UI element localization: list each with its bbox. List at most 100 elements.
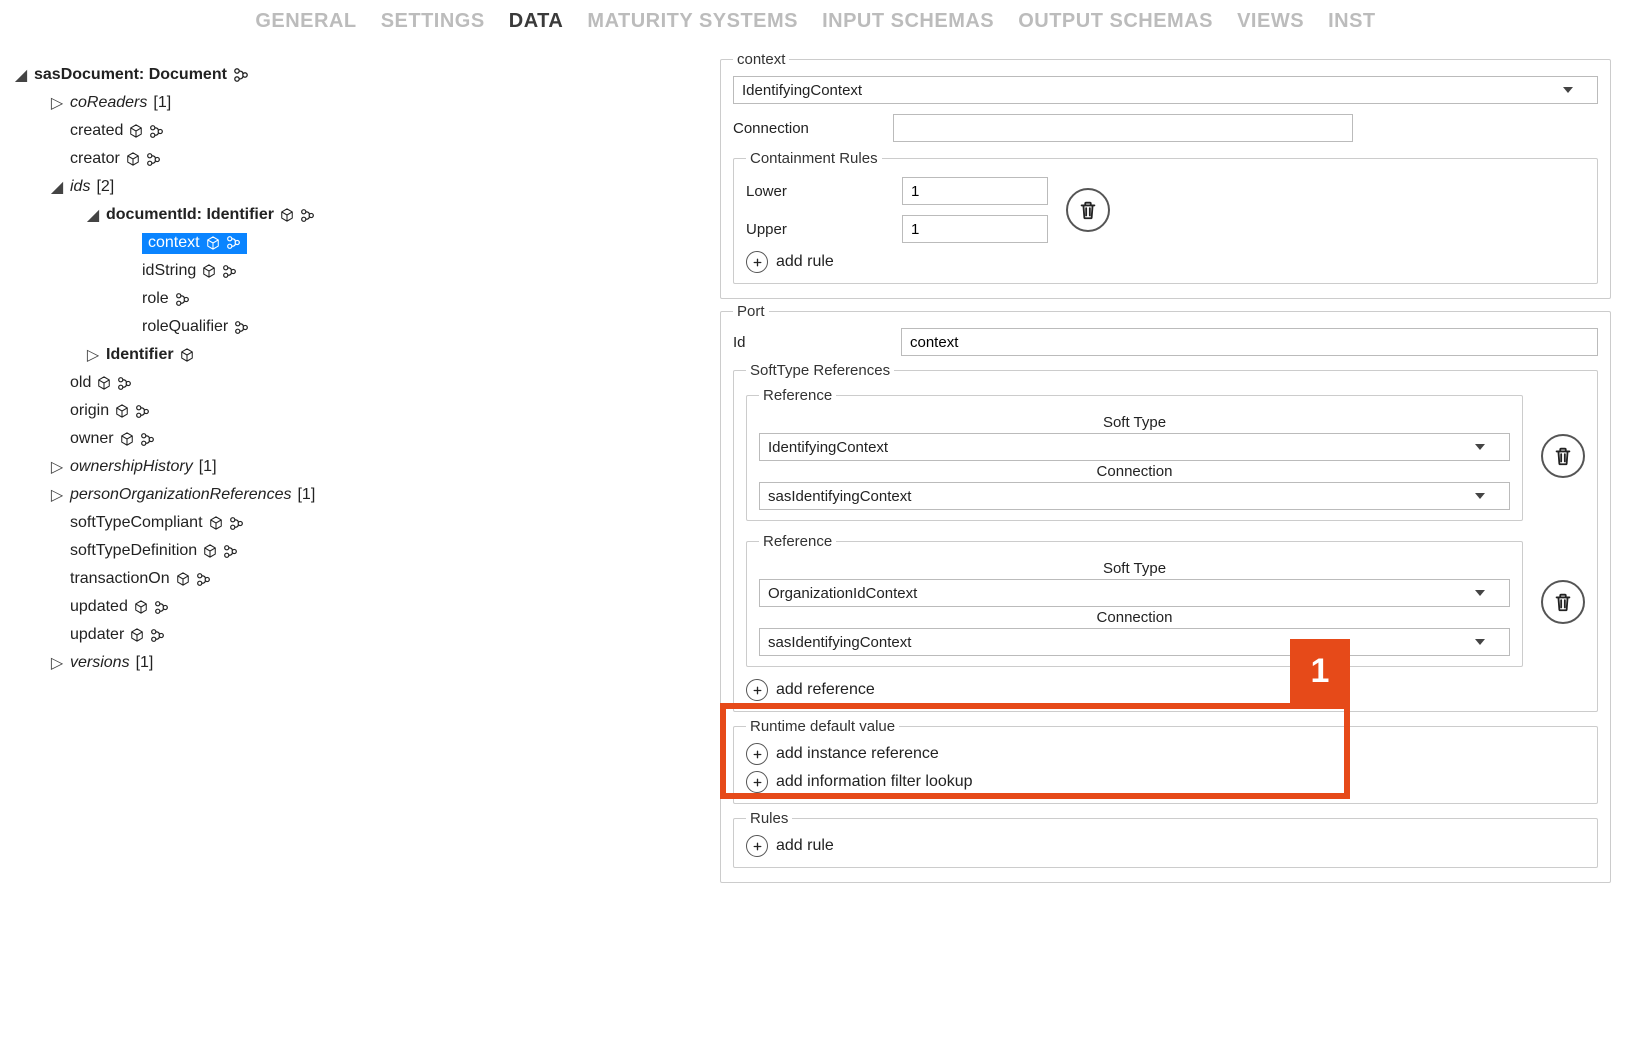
tree-node-owner[interactable]: ▷ owner [14,425,710,453]
branch-icon [175,292,190,307]
tab-settings[interactable]: SETTINGS [381,10,485,33]
tree-node-softtypedefinition[interactable]: ▷ softTypeDefinition [14,537,710,565]
add-reference-button[interactable]: add reference [746,679,1585,701]
cube-icon [115,404,129,418]
add-info-filter-button[interactable]: add information filter lookup [746,771,1585,793]
ref1-connection-value: sasIdentifyingContext [768,488,911,505]
cube-icon [126,152,140,166]
tree-label: updater [70,626,124,644]
containment-legend: Containment Rules [746,150,882,167]
chevron-down-icon [1563,87,1573,93]
tree-label: softTypeDefinition [70,542,197,560]
ref1-softtype-select[interactable]: IdentifyingContext [759,433,1510,461]
tree-count: [1] [199,458,217,476]
collapse-icon[interactable]: ▷ [86,345,100,365]
ref1-connection-select[interactable]: sasIdentifyingContext [759,482,1510,510]
context-select-value: IdentifyingContext [742,82,862,99]
plus-icon [746,743,768,765]
tree-node-creator[interactable]: ▷ creator [14,145,710,173]
tree-label: role [142,290,169,308]
reference-legend: Reference [759,387,836,404]
runtime-legend: Runtime default value [746,718,899,735]
tab-input-schemas[interactable]: INPUT SCHEMAS [822,10,994,33]
rules-legend: Rules [746,810,792,827]
plus-icon [746,679,768,701]
collapse-icon[interactable]: ▷ [50,653,64,673]
chevron-down-icon [1475,639,1485,645]
tree-node-identifier[interactable]: ▷ Identifier [14,341,710,369]
tree-node-root[interactable]: ◢ sasDocument: Document [14,61,710,89]
plus-icon [746,835,768,857]
tree-node-versions[interactable]: ▷ versions [1] [14,649,710,677]
chevron-down-icon [1475,493,1485,499]
tree-label: updated [70,598,128,616]
add-rule-button-2[interactable]: add rule [746,835,1585,857]
add-instance-reference-button[interactable]: add instance reference [746,743,1585,765]
port-id-input[interactable] [901,328,1598,356]
expand-icon[interactable]: ◢ [86,205,100,225]
delete-reference-button[interactable] [1541,434,1585,478]
cube-icon [280,208,294,222]
delete-containment-button[interactable] [1066,188,1110,232]
tree-node-transactionon[interactable]: ▷ transactionOn [14,565,710,593]
tree-label: versions [70,654,130,672]
context-group: context IdentifyingContext Connection Co… [720,51,1611,299]
plus-icon [746,251,768,273]
tree-node-context[interactable]: ▷ context [14,229,710,257]
connection-label: Connection [733,120,893,137]
tree-label: coReaders [70,94,147,112]
delete-reference-button[interactable] [1541,580,1585,624]
tabs-bar: GENERAL SETTINGS DATA MATURITY SYSTEMS I… [0,0,1631,41]
tab-output-schemas[interactable]: OUTPUT SCHEMAS [1018,10,1213,33]
connection-label: Connection [759,609,1510,626]
context-select[interactable]: IdentifyingContext [733,76,1598,104]
expand-icon[interactable]: ◢ [14,65,28,85]
branch-icon [226,235,241,250]
port-group: Port Id SoftType References Reference So… [720,303,1611,883]
lower-input[interactable] [902,177,1048,205]
tree-node-updated[interactable]: ▷ updated [14,593,710,621]
add-reference-label: add reference [776,681,875,699]
tab-general[interactable]: GENERAL [255,10,356,33]
connection-input[interactable] [893,114,1353,142]
branch-icon [135,404,150,419]
tree-node-origin[interactable]: ▷ origin [14,397,710,425]
tab-maturity-systems[interactable]: MATURITY SYSTEMS [587,10,798,33]
ref2-connection-select[interactable]: sasIdentifyingContext [759,628,1510,656]
cube-icon [97,376,111,390]
collapse-icon[interactable]: ▷ [50,485,64,505]
collapse-icon[interactable]: ▷ [50,93,64,113]
expand-icon[interactable]: ◢ [50,177,64,197]
branch-icon [229,516,244,531]
tree-node-idstring[interactable]: ▷ idString [14,257,710,285]
tree-node-softtypecompliant[interactable]: ▷ softTypeCompliant [14,509,710,537]
tree-node-rolequalifier[interactable]: ▷ roleQualifier [14,313,710,341]
tree-node-documentid[interactable]: ◢ documentId: Identifier [14,201,710,229]
tab-views[interactable]: VIEWS [1237,10,1304,33]
tab-data[interactable]: DATA [509,10,564,33]
ref2-softtype-value: OrganizationIdContext [768,585,917,602]
tab-inst[interactable]: INST [1328,10,1376,33]
tree-count: [1] [297,486,315,504]
tree-node-old[interactable]: ▷ old [14,369,710,397]
upper-input[interactable] [902,215,1048,243]
tree-node-created[interactable]: ▷ created [14,117,710,145]
branch-icon [234,320,249,335]
softtype-refs-legend: SoftType References [746,362,894,379]
branch-icon [223,544,238,559]
tree-node-role[interactable]: ▷ role [14,285,710,313]
add-rule-button[interactable]: add rule [746,251,1585,273]
branch-icon [146,152,161,167]
collapse-icon[interactable]: ▷ [50,457,64,477]
tree-label: Identifier [106,346,174,364]
reference-legend: Reference [759,533,836,550]
tree-node-ownershiphistory[interactable]: ▷ ownershipHistory [1] [14,453,710,481]
cube-icon [134,600,148,614]
tree-label: personOrganizationReferences [70,486,291,504]
tree-node-personorg[interactable]: ▷ personOrganizationReferences [1] [14,481,710,509]
tree-node-ids[interactable]: ◢ ids [2] [14,173,710,201]
tree-node-coreaders[interactable]: ▷ coReaders [1] [14,89,710,117]
tree-node-updater[interactable]: ▷ updater [14,621,710,649]
ref2-softtype-select[interactable]: OrganizationIdContext [759,579,1510,607]
cube-icon [176,572,190,586]
